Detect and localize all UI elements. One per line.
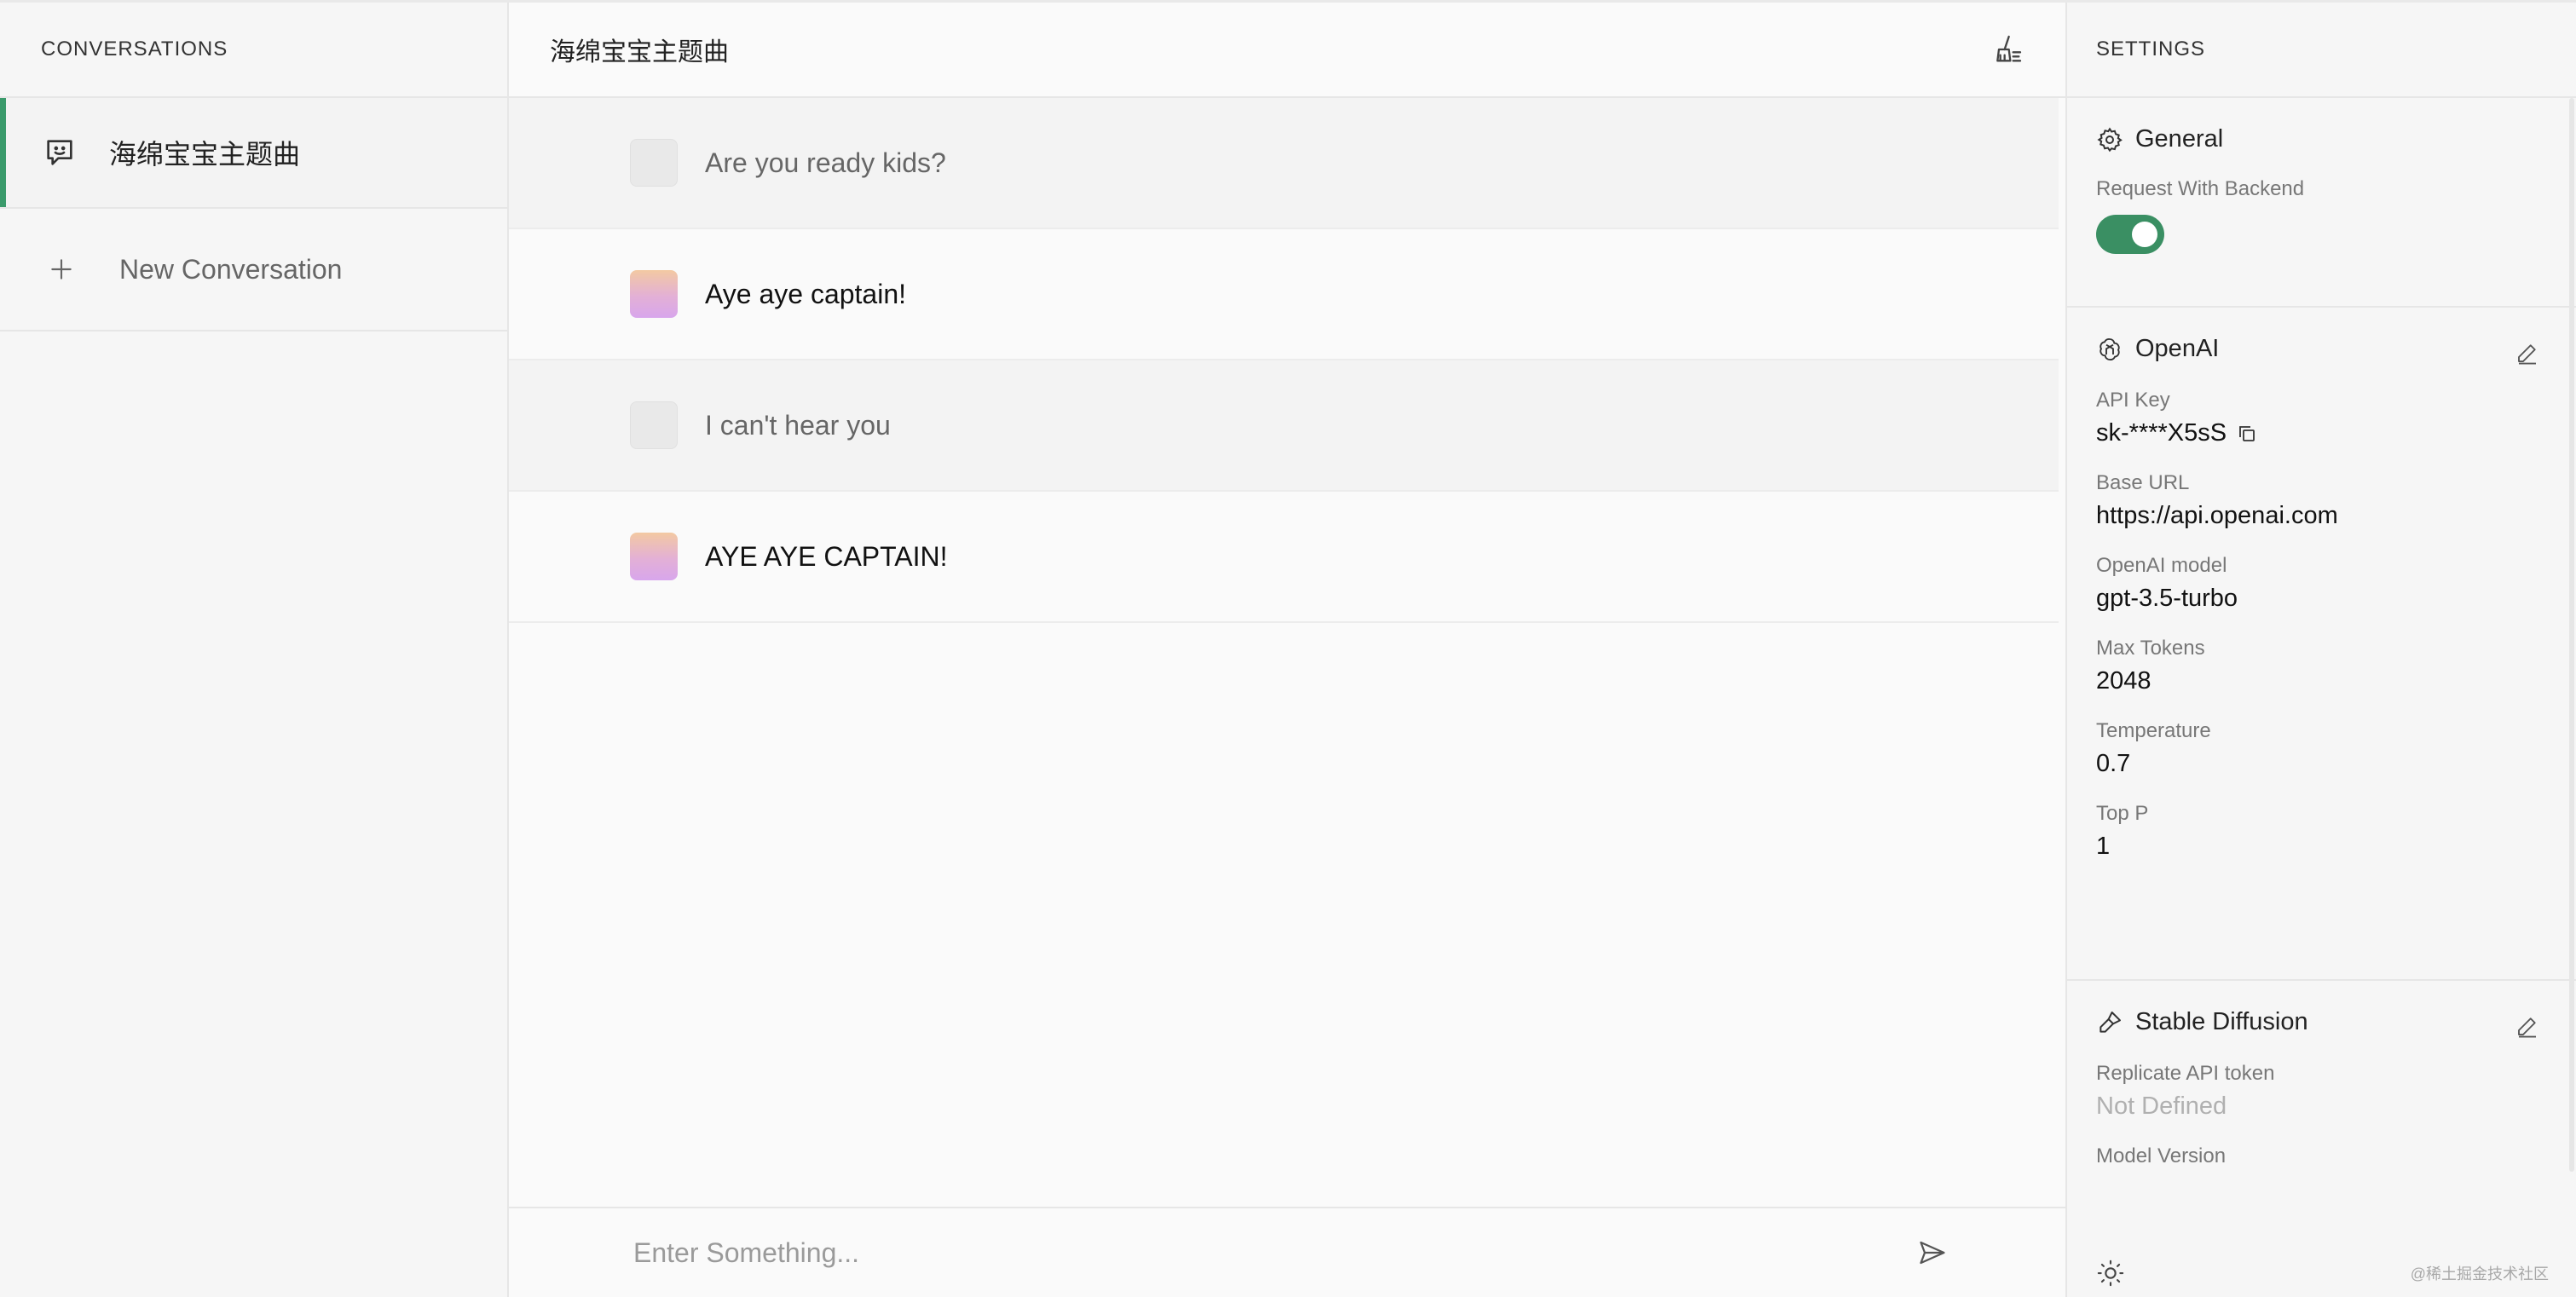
stable-diffusion-title: Stable Diffusion <box>2096 981 2547 1036</box>
message-text: Are you ready kids? <box>705 147 946 178</box>
message-row-user: I can't hear you <box>509 360 2059 492</box>
openai-title-text: OpenAI <box>2135 335 2220 362</box>
api-key-label: API Key <box>2096 389 2170 412</box>
toggle-switch[interactable] <box>2096 215 2164 254</box>
stable-diffusion-section: Stable Diffusion Replicate API token Not… <box>2067 981 2576 1236</box>
settings-panel: SETTINGS General Request With Backend Op… <box>2065 3 2576 1297</box>
max-tokens-value: 2048 <box>2096 667 2151 695</box>
new-conversation-button[interactable]: New Conversation <box>0 209 507 331</box>
copy-icon[interactable] <box>2237 424 2257 444</box>
message-text: AYE AYE CAPTAIN! <box>705 540 948 572</box>
stable-diffusion-title-text: Stable Diffusion <box>2135 1008 2308 1035</box>
general-title-text: General <box>2135 125 2224 153</box>
api-key-row: sk-****X5sS <box>2096 419 2547 447</box>
replicate-token-value: Not Defined <box>2096 1092 2227 1120</box>
openai-logo-icon <box>2099 337 2120 360</box>
chat-smile-icon <box>47 140 72 165</box>
conversations-header: CONVERSATIONS <box>0 3 507 98</box>
user-avatar <box>630 401 678 449</box>
toggle-knob <box>2132 222 2157 247</box>
send-icon[interactable] <box>1917 1237 1948 1268</box>
base-url-label: Base URL <box>2096 471 2190 494</box>
request-with-backend-toggle[interactable] <box>2096 215 2547 258</box>
conversation-title: 海绵宝宝主题曲 <box>109 139 301 170</box>
message-text: Aye aye captain! <box>705 278 907 309</box>
temperature-label: Temperature <box>2096 719 2211 742</box>
plus-icon <box>51 259 72 280</box>
conversations-sidebar: CONVERSATIONS 海绵宝宝主题曲 New Conversation <box>0 3 509 1297</box>
request-with-backend-label: Request With Backend <box>2096 177 2305 200</box>
chat-input[interactable] <box>632 1236 1828 1270</box>
settings-header: SETTINGS <box>2067 3 2576 98</box>
general-section: General Request With Backend <box>2067 98 2576 308</box>
edit-pencil-icon[interactable] <box>2515 340 2540 366</box>
settings-scrollbar[interactable] <box>2569 98 2574 1172</box>
top-p-value: 1 <box>2096 833 2111 860</box>
api-key-value: sk-****X5sS <box>2096 419 2227 447</box>
max-tokens-label: Max Tokens <box>2096 637 2205 660</box>
user-avatar <box>630 139 678 187</box>
openai-model-label: OpenAI model <box>2096 554 2227 577</box>
openai-title: OpenAI <box>2096 308 2547 363</box>
replicate-token-label: Replicate API token <box>2096 1062 2275 1085</box>
conversation-item[interactable]: 海绵宝宝主题曲 <box>0 98 507 209</box>
openai-model-value: gpt-3.5-turbo <box>2096 585 2238 612</box>
message-row-assistant: Aye aye captain! <box>509 229 2059 360</box>
model-version-label: Model Version <box>2096 1144 2227 1167</box>
sun-icon[interactable] <box>2096 1259 2125 1288</box>
chat-input-bar <box>509 1207 2065 1297</box>
edit-pencil-icon[interactable] <box>2515 1013 2540 1039</box>
paint-brush-icon <box>2099 1011 2121 1033</box>
chat-header: 海绵宝宝主题曲 <box>509 3 2065 98</box>
broom-icon[interactable] <box>1990 32 2024 66</box>
base-url-value: https://api.openai.com <box>2096 502 2338 529</box>
assistant-avatar <box>630 270 678 318</box>
message-text: I can't hear you <box>705 409 891 441</box>
chat-panel: 海绵宝宝主题曲 Are you ready kids? Aye aye capt… <box>509 3 2065 1297</box>
new-conversation-label: New Conversation <box>119 253 343 285</box>
gear-icon <box>2097 126 2123 152</box>
settings-footer: @稀土掘金技术社区 <box>2067 1249 2576 1297</box>
message-row-user: Are you ready kids? <box>509 98 2059 229</box>
top-p-label: Top P <box>2096 802 2149 825</box>
openai-section: OpenAI API Key sk-****X5sS Base URL http… <box>2067 308 2576 981</box>
assistant-avatar <box>630 533 678 580</box>
message-row-assistant: AYE AYE CAPTAIN! <box>509 492 2059 623</box>
general-title: General <box>2096 98 2547 153</box>
chat-title: 海绵宝宝主题曲 <box>550 38 729 66</box>
watermark-text: @稀土掘金技术社区 <box>2410 1265 2549 1283</box>
temperature-value: 0.7 <box>2096 750 2131 777</box>
